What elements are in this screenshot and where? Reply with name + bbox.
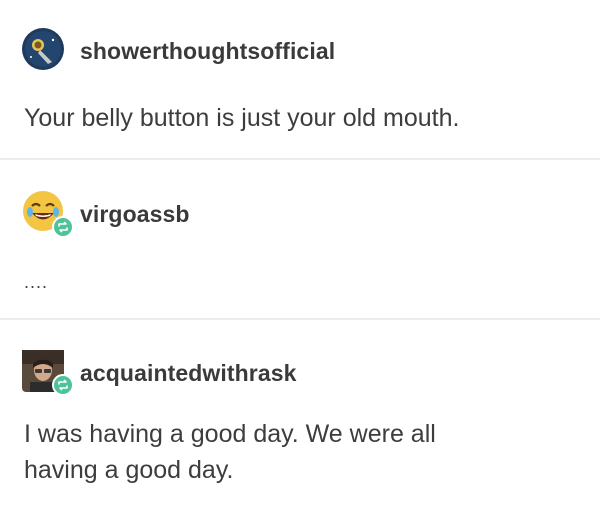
post-showerthoughtsofficial: showerthoughtsofficial Your belly button…: [0, 0, 600, 158]
post-text: ....: [24, 272, 49, 292]
username[interactable]: acquaintedwithrask: [80, 360, 297, 387]
avatar[interactable]: [22, 350, 74, 396]
avatar[interactable]: [22, 190, 74, 238]
post-text-line: having a good day.: [24, 456, 234, 484]
reblog-icon: [52, 374, 74, 396]
post-virgoassb: virgoassb ....: [0, 160, 600, 318]
avatar[interactable]: [22, 28, 64, 70]
reblog-icon: [52, 216, 74, 238]
post-acquaintedwithrask: acquaintedwithrask I was having a good d…: [0, 320, 600, 513]
astronaut-avatar-icon: [22, 28, 64, 70]
post-text: I was having a good day. We were all hav…: [24, 416, 436, 488]
post-text-line: I was having a good day. We were all: [24, 420, 436, 448]
post-text: Your belly button is just your old mouth…: [24, 104, 460, 132]
username[interactable]: virgoassb: [80, 201, 190, 228]
username[interactable]: showerthoughtsofficial: [80, 38, 335, 65]
